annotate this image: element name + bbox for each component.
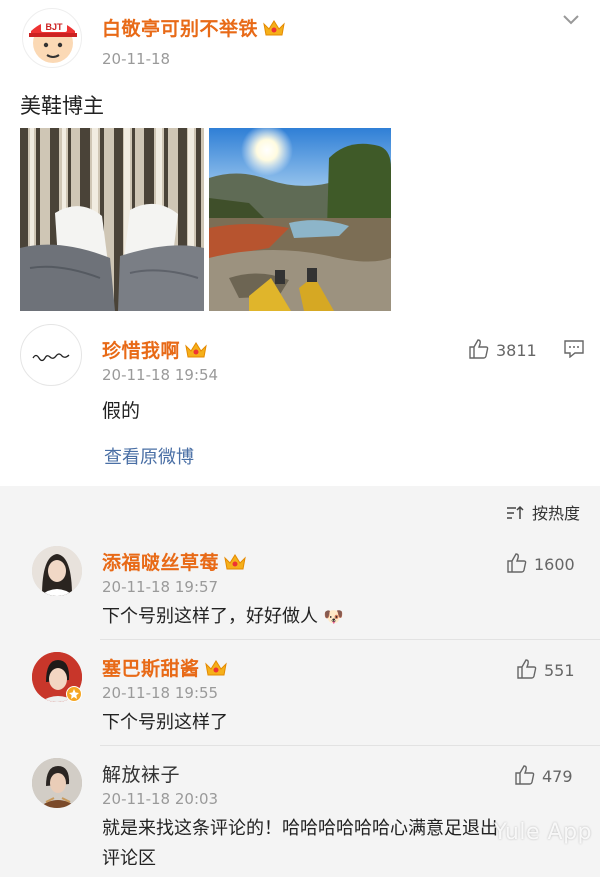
reply-text: 下个号别这样了，好好做人 🐶 — [102, 602, 344, 628]
person-avatar-icon — [32, 758, 82, 808]
reply-time: 20-11-18 19:55 — [102, 684, 219, 702]
reply-author[interactable]: 解放袜子 — [102, 760, 180, 787]
person-avatar-icon — [32, 546, 82, 596]
reply-author[interactable]: 添福啵丝草莓 — [102, 548, 247, 575]
reply-author-label: 添福啵丝草莓 — [102, 552, 220, 574]
vip-crown-icon — [204, 660, 227, 676]
thumbs-up-icon — [515, 765, 535, 785]
shoes-photo — [20, 128, 204, 311]
reply-avatar[interactable] — [32, 546, 82, 596]
main-comment: 珍惜我啊 20-11-18 19:54 假的 3811 查看原微博 — [0, 316, 600, 486]
vip-crown-icon — [263, 20, 285, 36]
reply-like-count: 479 — [542, 767, 573, 786]
commenter-avatar[interactable] — [20, 324, 82, 386]
sort-by-heat-button[interactable]: 按热度 — [506, 500, 580, 524]
reply-like-button[interactable]: 479 — [514, 764, 573, 786]
comment-time: 20-11-18 19:54 — [102, 366, 219, 384]
post-image-landscape[interactable] — [209, 128, 391, 311]
weibo-post: BJT 白敬亭可别不举铁 20-11-18 美鞋博主 — [0, 0, 600, 316]
like-button[interactable]: 3811 — [468, 338, 537, 360]
divider — [100, 745, 600, 746]
cartoon-avatar-icon: BJT — [29, 21, 77, 63]
reply-text-content: 下个号别这样了，好好做人 — [102, 606, 318, 627]
like-count: 3811 — [496, 341, 537, 360]
sort-label: 按热度 — [531, 504, 580, 523]
sort-icon — [506, 505, 524, 519]
commenter-name-label: 珍惜我啊 — [102, 340, 181, 362]
reply-text: 下个号别这样了 — [102, 712, 228, 733]
reply-like-count: 1600 — [534, 555, 575, 574]
reply-author-label: 塞巴斯甜酱 — [102, 658, 200, 680]
reply-like-button[interactable]: 1600 — [506, 552, 575, 574]
post-author-name[interactable]: 白敬亭可别不举铁 — [102, 14, 286, 41]
reply-comment-icon[interactable] — [564, 340, 584, 358]
verified-badge-icon — [66, 686, 82, 702]
post-author-label: 白敬亭可别不举铁 — [102, 18, 259, 40]
reply-like-count: 551 — [544, 661, 575, 680]
reply-avatar[interactable] — [32, 758, 82, 808]
dog-emoji-icon: 🐶 — [323, 607, 344, 626]
reply-author[interactable]: 塞巴斯甜酱 — [102, 654, 228, 681]
chevron-down-icon[interactable] — [562, 14, 580, 26]
reply-text-line-2: 评论区 — [102, 848, 156, 869]
thumbs-up-icon — [507, 553, 527, 573]
vip-crown-icon — [185, 342, 207, 358]
post-time: 20-11-18 — [102, 50, 171, 68]
reply-time: 20-11-18 20:03 — [102, 790, 219, 808]
view-original-link[interactable]: 查看原微博 — [104, 443, 194, 469]
reply-time: 20-11-18 19:57 — [102, 578, 219, 596]
avatar-badge-text: BJT — [45, 22, 63, 32]
divider — [100, 639, 600, 640]
replies-section: 按热度 添福啵丝草莓 20-11-18 19:57 下个号别这样了，好好做人 🐶… — [0, 486, 600, 877]
app-watermark: Yule App — [493, 820, 592, 845]
reply-text-line-1: 就是来找这条评论的！哈哈哈哈哈哈心满意足退出 — [102, 818, 498, 839]
vip-crown-icon — [224, 554, 246, 570]
landscape-photo — [209, 128, 391, 311]
thumbs-up-icon — [469, 339, 489, 359]
handwriting-avatar-icon — [32, 353, 70, 362]
post-text: 美鞋博主 — [20, 94, 104, 118]
reply-like-button[interactable]: 551 — [516, 658, 575, 680]
comment-text: 假的 — [102, 400, 141, 422]
thumbs-up-icon — [517, 659, 537, 679]
post-author-avatar[interactable]: BJT — [22, 8, 82, 68]
post-image-shoes[interactable] — [20, 128, 204, 311]
commenter-name[interactable]: 珍惜我啊 — [102, 336, 208, 363]
